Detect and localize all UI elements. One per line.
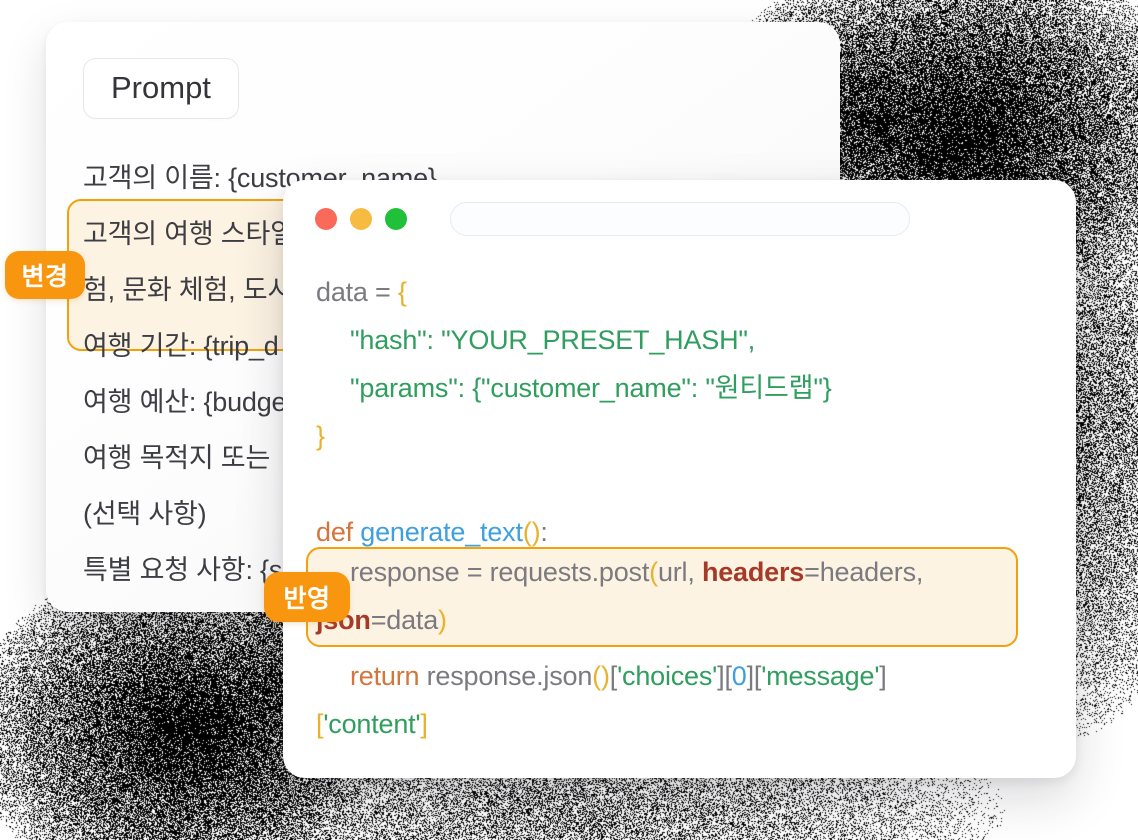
code-token-headers-val: =headers, xyxy=(804,557,924,587)
code-token-open-brace: { xyxy=(397,277,407,307)
code-token-colon: : xyxy=(540,517,548,547)
code-line-return: return response.json()['choices'][0]['me… xyxy=(316,652,1056,700)
code-token-bracket-open-1: [ xyxy=(609,661,618,691)
code-token-bracket-open-2: [ xyxy=(724,661,732,691)
close-dot-icon[interactable] xyxy=(315,208,337,230)
code-token-index-zero: 0 xyxy=(731,661,747,691)
code-token-content: 'content' xyxy=(323,709,421,739)
code-window-card: data = { "hash": "YOUR_PRESET_HASH", "pa… xyxy=(283,180,1076,778)
code-token-post-paren: ( xyxy=(649,557,658,587)
code-token-hash: "hash": "YOUR_PRESET_HASH", xyxy=(350,325,756,355)
code-token-bracket-close-3: ] xyxy=(879,661,887,691)
prompt-pill-label: Prompt xyxy=(83,58,239,119)
code-line-data-close: } xyxy=(316,412,1056,460)
maximize-dot-icon[interactable] xyxy=(385,208,407,230)
code-token-url-arg: url, xyxy=(657,557,702,587)
badge-change: 변경 xyxy=(5,251,85,299)
badge-apply: 반영 xyxy=(264,572,350,622)
code-token-choices: 'choices' xyxy=(617,661,718,691)
code-token-response-assign: response = requests.post xyxy=(350,557,650,587)
code-token-fn-name: generate_text xyxy=(360,517,523,547)
code-token-post-close-paren: ) xyxy=(438,605,447,635)
code-token-headers-kw: headers xyxy=(701,557,805,587)
code-token-response-json: response.json xyxy=(426,661,593,691)
minimize-dot-icon[interactable] xyxy=(350,208,372,230)
code-token-def: def xyxy=(316,517,361,547)
code-line-params: "params": {"customer_name": "원티드랩"} xyxy=(316,364,1056,412)
code-token-call-parens: () xyxy=(592,661,610,691)
code-token-bracket-close-4: ] xyxy=(420,709,428,739)
code-token-message: 'message' xyxy=(761,661,880,691)
code-highlight-line-request: response = requests.post(url, headers=he… xyxy=(316,548,1056,596)
code-token-bracket-close-2: ] xyxy=(746,661,755,691)
code-token-data: data = xyxy=(316,277,398,307)
screenshot-stage: Prompt 고객의 이름: {customer_name} x x x 여행 … xyxy=(0,0,1138,840)
code-token-close-brace: } xyxy=(316,421,325,451)
code-highlight-line-json: json=data) xyxy=(316,596,1056,644)
code-token-json-val: =data xyxy=(370,605,439,635)
code-highlight-text: response = requests.post(url, headers=he… xyxy=(316,548,1056,644)
code-token-return: return xyxy=(350,661,427,691)
code-token-parens: () xyxy=(522,517,541,547)
code-token-params: "params": {"customer_name": "원티드랩"} xyxy=(350,373,832,403)
url-input[interactable] xyxy=(450,202,910,236)
window-controls xyxy=(315,208,407,230)
code-line-hash: "hash": "YOUR_PRESET_HASH", xyxy=(316,316,1056,364)
code-line-data-open: data = { xyxy=(316,268,1056,316)
code-text-block: data = { "hash": "YOUR_PRESET_HASH", "pa… xyxy=(316,268,1056,748)
code-line-content: ['content'] xyxy=(316,700,1056,748)
code-window-titlebar xyxy=(283,180,1076,258)
